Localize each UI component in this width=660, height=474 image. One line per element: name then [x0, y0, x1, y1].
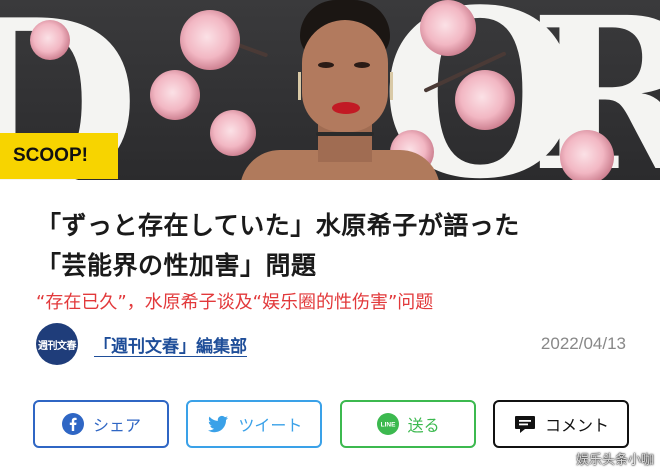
person-earring: [298, 72, 301, 100]
scoop-badge: SCOOP!: [0, 133, 118, 179]
twitter-share-button[interactable]: ツイート: [186, 400, 323, 448]
share-buttons: シェア ツイート LINE 送る コメント: [33, 400, 629, 448]
twitter-icon: [206, 412, 230, 436]
cherry-blossom: [30, 20, 70, 60]
cherry-blossom: [150, 70, 200, 120]
article-subtitle-translation: “存在已久”，水原希子谈及“娱乐圈的性伤害”问题: [36, 292, 434, 313]
twitter-share-label: ツイート: [238, 416, 303, 435]
source-watermark: 娱乐头条小咖: [575, 453, 654, 468]
line-icon: LINE: [376, 412, 400, 436]
person-face: [302, 20, 388, 132]
scoop-badge-label: SCOOP!: [13, 145, 88, 166]
author-link[interactable]: 「週刊文春」編集部: [94, 332, 247, 357]
person-lips: [332, 102, 360, 114]
article-title-line2: 「芸能界の性加害」問題: [36, 251, 317, 280]
article-title-line1: 「ずっと存在していた」水原希子が語った: [36, 211, 520, 240]
hero-image: D O R SCOOP!: [0, 0, 660, 180]
line-share-label: 送る: [407, 416, 440, 435]
facebook-share-button[interactable]: シェア: [33, 400, 169, 448]
publisher-avatar[interactable]: 週刊文春: [36, 323, 78, 365]
article-title: 「ずっと存在していた」水原希子が語った 「芸能界の性加害」問題: [36, 206, 636, 286]
person-eye: [318, 62, 334, 68]
person-choker: [316, 132, 374, 136]
facebook-icon: [61, 412, 85, 436]
publish-date: 2022/04/13: [540, 334, 626, 353]
publisher-avatar-text: 週刊文春: [38, 340, 77, 352]
person-earring: [390, 72, 393, 100]
person-portrait: [240, 0, 440, 180]
comment-label: コメント: [544, 416, 609, 435]
comment-button[interactable]: コメント: [492, 400, 629, 448]
cherry-blossom: [560, 130, 614, 180]
line-share-button[interactable]: LINE 送る: [339, 400, 476, 448]
comment-icon: [513, 412, 537, 436]
line-icon-text: LINE: [380, 422, 395, 429]
facebook-share-label: シェア: [92, 416, 141, 435]
cherry-blossom: [180, 10, 240, 70]
person-eye: [354, 62, 370, 68]
cherry-blossom: [455, 70, 515, 130]
byline: 週刊文春 「週刊文春」編集部 2022/04/13: [36, 322, 626, 366]
